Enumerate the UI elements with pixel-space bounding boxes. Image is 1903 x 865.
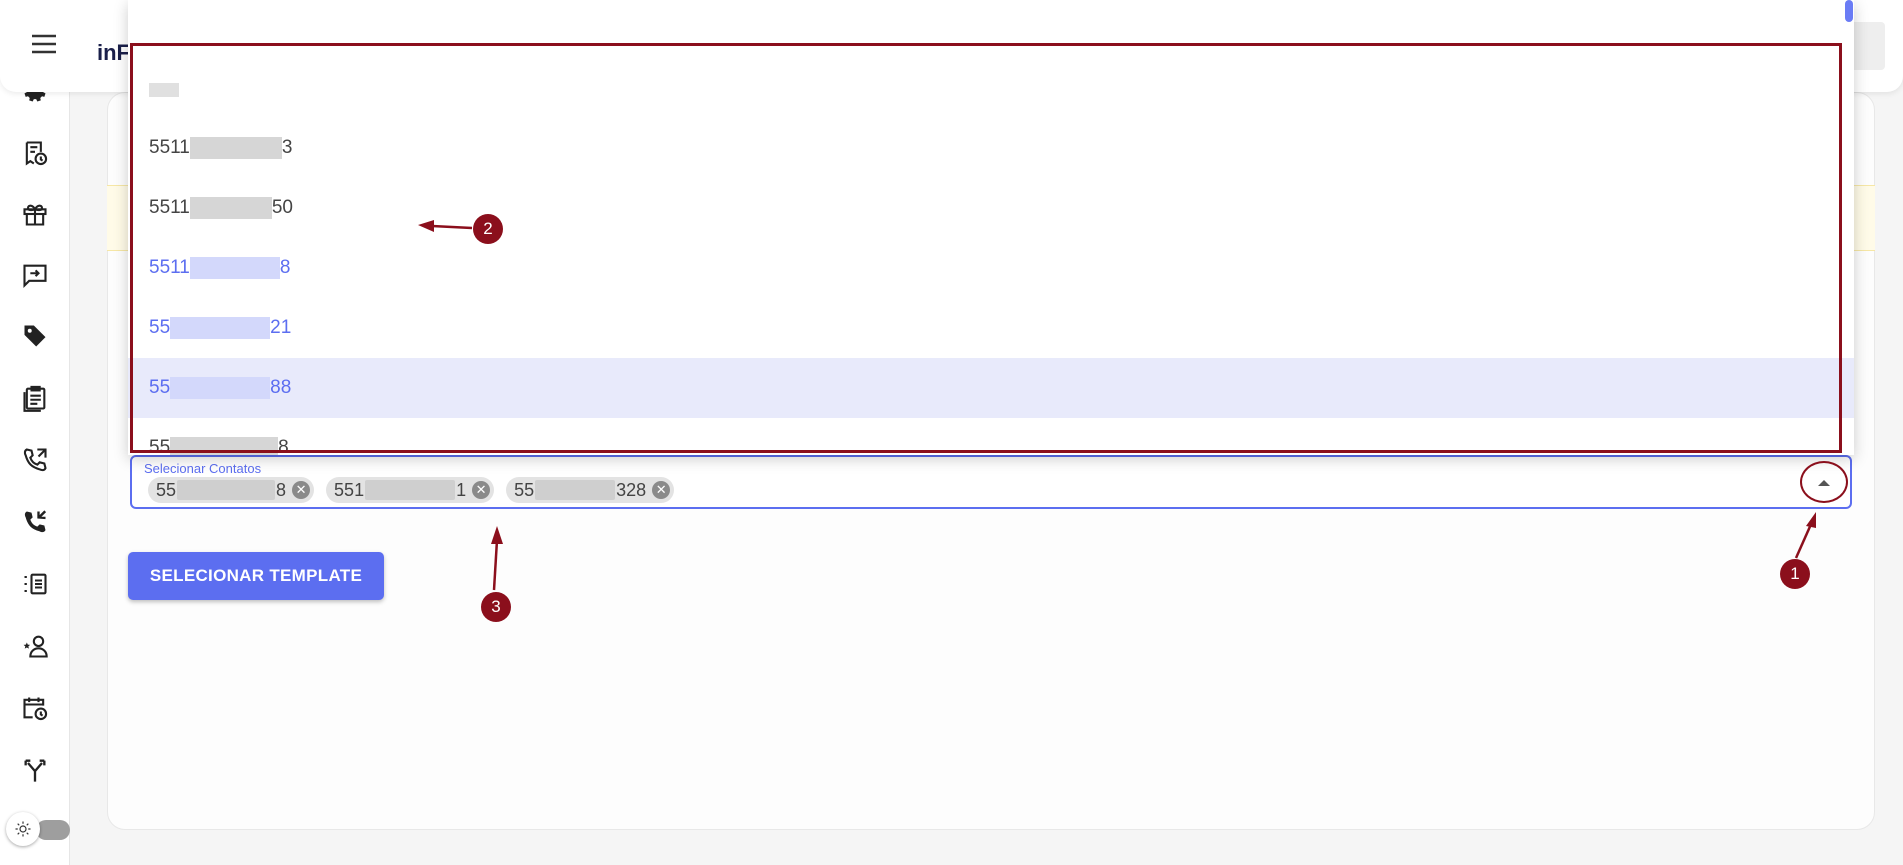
annotation-marker: 3 [481, 592, 511, 622]
contacts-autocomplete[interactable]: Selecionar Contatos 55 8 ✕ 551 1 ✕ 55 328 ✕ [130, 455, 1852, 509]
calendar-clock-icon[interactable] [20, 693, 50, 723]
chip-suffix: 8 [276, 479, 287, 500]
option-prefix: 55 [149, 377, 171, 398]
sun-icon [6, 812, 40, 846]
chip-prefix: 55 [156, 479, 177, 500]
option-prefix: 55 [149, 317, 171, 338]
option-suffix: 50 [271, 197, 293, 218]
annotation-marker: 1 [1780, 559, 1810, 589]
option-suffix: 88 [270, 377, 292, 398]
star-person-icon[interactable] [20, 631, 50, 661]
chip-prefix: 551 [334, 479, 365, 500]
option-prefix: 55 [149, 437, 171, 455]
option-prefix: 5511 [149, 197, 190, 218]
option-prefix: 5511 [149, 257, 190, 278]
listbox-option[interactable] [128, 60, 1854, 120]
listbox-option[interactable]: 5511 8 [128, 238, 1854, 298]
option-suffix: 21 [270, 317, 292, 338]
sidebar [0, 0, 70, 865]
tag-icon[interactable] [20, 321, 50, 351]
theme-toggle[interactable] [6, 812, 70, 846]
listbox-option[interactable]: 55 8 [128, 418, 1854, 455]
option-suffix: 3 [281, 137, 293, 158]
theme-toggle-track [36, 820, 70, 840]
app-bar-action[interactable] [1849, 22, 1885, 70]
listbox-option[interactable]: 55 88 [128, 358, 1854, 418]
listbox-option[interactable]: 5511 50 [128, 178, 1854, 238]
clipboard-list-icon[interactable] [20, 383, 50, 413]
chip-suffix: 328 [616, 479, 647, 500]
phone-in-icon[interactable] [20, 445, 50, 475]
option-suffix: 8 [279, 257, 291, 278]
receipt-clock-icon[interactable] [20, 138, 50, 168]
merge-arrows-icon[interactable] [20, 755, 50, 785]
contact-chip[interactable]: 55 328 ✕ [506, 477, 675, 503]
listbox-scrollbar[interactable] [1845, 0, 1853, 22]
message-forward-icon[interactable] [20, 260, 50, 290]
chip-remove-icon[interactable]: ✕ [652, 481, 671, 499]
chip-prefix: 55 [514, 479, 535, 500]
chip-list: 55 8 ✕ 551 1 ✕ 55 328 ✕ [148, 477, 675, 503]
option-suffix: 8 [278, 437, 289, 455]
chip-remove-icon[interactable]: ✕ [292, 481, 311, 499]
contact-chip[interactable]: 55 8 ✕ [148, 477, 315, 503]
phone-out-icon[interactable] [20, 507, 50, 537]
listbox-option[interactable]: 5511 3 [128, 118, 1854, 178]
list-numbered-icon[interactable] [20, 569, 50, 599]
contacts-label: Selecionar Contatos [144, 461, 262, 476]
menu-icon[interactable] [28, 32, 60, 56]
listbox-option[interactable]: 55 21 [128, 298, 1854, 358]
chip-suffix: 1 [456, 479, 467, 500]
app-logo: inF [97, 40, 130, 65]
option-prefix: 5511 [149, 137, 190, 158]
contacts-listbox: 5511 3 5511 50 5511 8 55 21 55 88 55 8 [128, 0, 1854, 455]
select-template-button[interactable]: SELECIONAR TEMPLATE [128, 552, 384, 600]
contact-chip[interactable]: 551 1 ✕ [326, 477, 495, 503]
chip-remove-icon[interactable]: ✕ [472, 481, 491, 499]
annotation-ring [1800, 461, 1848, 503]
annotation-marker: 2 [473, 214, 503, 244]
gift-icon[interactable] [20, 199, 50, 229]
